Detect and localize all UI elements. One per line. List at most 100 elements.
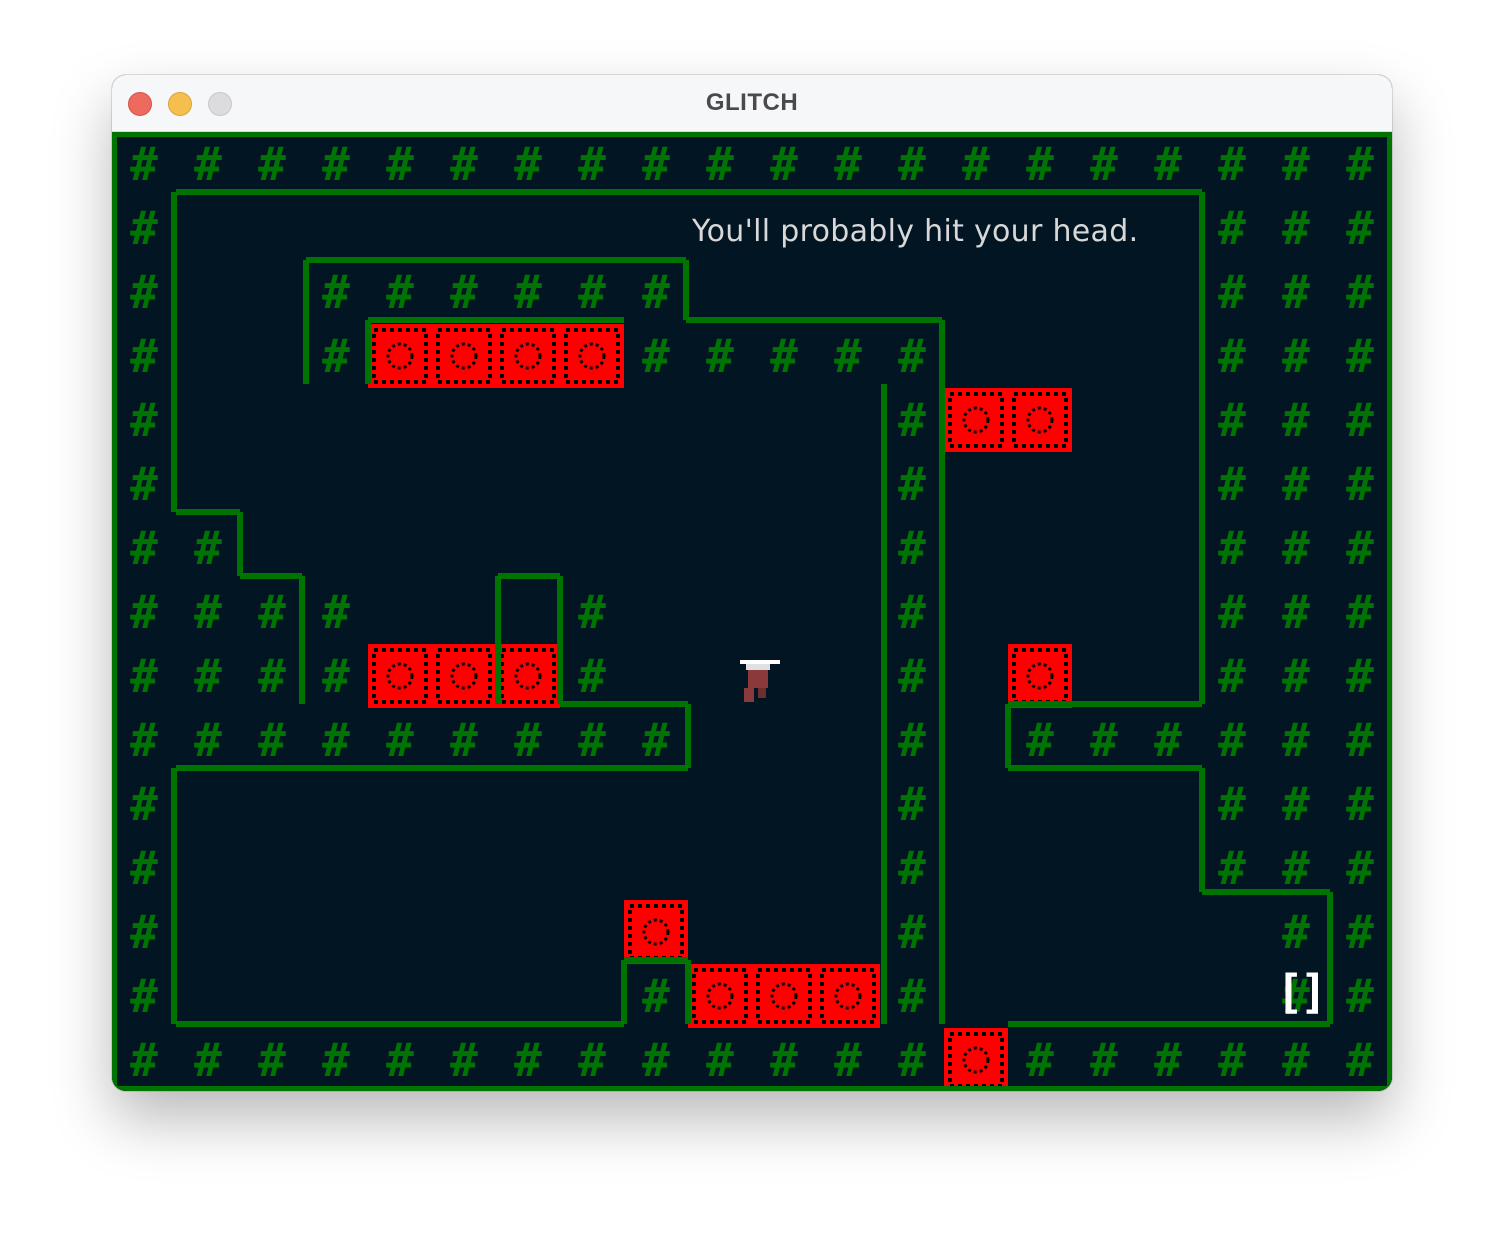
wall-tile: # [450,265,478,319]
wall-tile: # [1282,841,1310,895]
hazard-core-icon [642,918,670,946]
level-map: # # # # # # # # # # # # # # # # # # # # # # # # # # # # # # # # # # # # # # # #… [112,132,1392,1091]
wall-tile: # [386,265,414,319]
hazard-core-icon [386,342,414,370]
wall-tile: # [130,137,158,191]
wall-tile: # [642,713,670,767]
wall-tile: # [1282,137,1310,191]
wall-tile: # [130,713,158,767]
hazard-core-icon [578,342,606,370]
wall-tile: # [1346,841,1374,895]
title-bar: GLITCH [112,75,1392,132]
wall-tile: # [386,713,414,767]
wall-tile: # [514,1033,542,1087]
player-horns [740,660,780,664]
wall-tile: # [322,713,350,767]
wall-tile: # [130,521,158,575]
wall-tile: # [1282,457,1310,511]
wall-tile: # [322,329,350,383]
wall-tile: # [1346,457,1374,511]
wall-tile: # [450,713,478,767]
wall-tile: # [1346,1033,1374,1087]
wall-tile: # [1218,137,1246,191]
hint-message: You'll probably hit your head. [692,214,1139,249]
hazard-core-icon [450,342,478,370]
wall-tile: # [130,201,158,255]
hazard-core-icon [962,1046,990,1074]
wall-tile: # [1282,1033,1310,1087]
wall-tile: # [898,393,926,447]
hazard-core-icon [834,982,862,1010]
wall-tile: # [1282,713,1310,767]
hazard-core-icon [386,662,414,690]
wall-tile: # [1282,393,1310,447]
wall-tile: # [1282,777,1310,831]
wall-tile: # [1346,137,1374,191]
wall-tile: # [578,585,606,639]
window-title: GLITCH [705,89,799,116]
game-canvas[interactable]: # # # # # # # # # # # # # # # # # # # # # # # # # # # # # # # # # # # # # # # #… [112,132,1392,1091]
wall-tile: # [1154,137,1182,191]
wall-tile: # [1218,521,1246,575]
wall-tile: # [1346,201,1374,255]
wall-tile: # [898,649,926,703]
hazard-core-icon [1026,662,1054,690]
wall-tile: # [1218,777,1246,831]
wall-tile: # [322,265,350,319]
wall-tile: # [130,393,158,447]
wall-tile: # [834,329,862,383]
wall-tile: # [578,649,606,703]
wall-tile: # [898,841,926,895]
wall-tile: # [258,713,286,767]
wall-tile: # [1090,713,1118,767]
wall-tile: # [1218,1033,1246,1087]
wall-tile: # [258,649,286,703]
wall-tile: # [130,1033,158,1087]
wall-tile: # [1346,905,1374,959]
wall-tile: # [1218,393,1246,447]
wall-tile: # [578,265,606,319]
wall-tile: # [194,713,222,767]
wall-tile: # [834,1033,862,1087]
player-leg-left [744,688,754,702]
hazard-core-icon [1026,406,1054,434]
wall-tile: # [386,137,414,191]
wall-tile: # [642,969,670,1023]
wall-tile: # [1346,265,1374,319]
wall-tile: # [770,1033,798,1087]
wall-tile: # [898,521,926,575]
wall-tile: # [578,137,606,191]
wall-tile: # [514,713,542,767]
wall-tile: # [1346,585,1374,639]
wall-tile: # [386,1033,414,1087]
wall-tile: # [1282,649,1310,703]
wall-tile: # [130,649,158,703]
wall-tile: # [194,1033,222,1087]
wall-tile: # [1218,201,1246,255]
player-leg-right [758,688,766,698]
wall-tile: # [578,1033,606,1087]
wall-tile: # [1282,585,1310,639]
player-head [746,664,770,670]
wall-tile: # [1346,329,1374,383]
wall-tile: # [578,713,606,767]
wall-tile: # [1282,905,1310,959]
wall-tile: # [1218,841,1246,895]
wall-tile: # [1154,1033,1182,1087]
wall-tile: # [642,1033,670,1087]
wall-tile: # [258,585,286,639]
wall-tile: # [450,137,478,191]
wall-tile: # [130,841,158,895]
wall-tile: # [1218,649,1246,703]
hazard-core-icon [514,342,542,370]
wall-tile: # [898,905,926,959]
wall-tile: # [514,265,542,319]
wall-tile: # [898,329,926,383]
wall-tile: # [1346,649,1374,703]
hazard-core-icon [962,406,990,434]
wall-tile: # [898,969,926,1023]
wall-tile: # [1026,713,1054,767]
player-body [748,670,768,688]
wall-tile: # [322,137,350,191]
wall-tile: # [258,137,286,191]
